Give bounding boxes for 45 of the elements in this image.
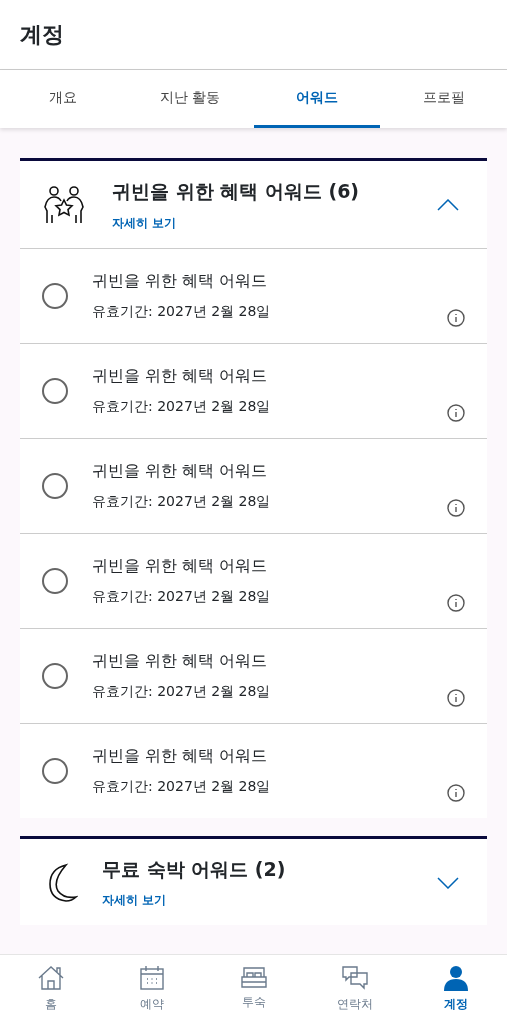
validity-date: 유효기간: 2027년 2월 28일 (92, 397, 272, 416)
chevron-up-icon[interactable] (437, 199, 459, 212)
award-title: 귀빈을 위한 혜택 어워드 (92, 270, 269, 292)
nav-tab[interactable]: 홈 (0, 955, 102, 1024)
award-title: 귀빈을 위한 혜택 어워드 (92, 460, 269, 482)
radio-button[interactable] (42, 472, 68, 499)
validity-date: 유효기간: 2027년 2월 28일 (92, 682, 272, 701)
award-title: 귀빈을 위한 혜택 어워드 (92, 555, 269, 577)
validity-date: 유효기간: 2027년 2월 28일 (92, 302, 272, 321)
info-icon[interactable] (447, 593, 465, 612)
nav-tab[interactable]: 예약 (101, 955, 203, 1024)
home-icon (36, 965, 65, 991)
info-icon[interactable] (447, 783, 465, 802)
tab[interactable]: 지난 활동 (126, 70, 254, 128)
tab[interactable]: 어워드 (253, 70, 381, 128)
tab[interactable]: 프로필 (380, 70, 507, 128)
award-title: 귀빈을 위한 혜택 어워드 (92, 365, 269, 387)
radio-button[interactable] (42, 662, 68, 689)
radio-button[interactable] (42, 377, 68, 404)
tab[interactable]: 개요 (0, 70, 127, 128)
nav-tab[interactable]: 연락처 (304, 955, 406, 1024)
validity-date: 유효기간: 2027년 2월 28일 (92, 587, 272, 606)
section-title: 무료 숙박 어워드 (2) (102, 856, 287, 882)
nav-tab[interactable]: 투숙 (202, 955, 305, 1024)
radio-button[interactable] (42, 567, 68, 594)
award-title: 귀빈을 위한 혜택 어워드 (92, 650, 269, 672)
info-icon[interactable] (447, 308, 465, 327)
award-title: 귀빈을 위한 혜택 어워드 (92, 745, 269, 767)
info-icon[interactable] (447, 688, 465, 707)
validity-date: 유효기간: 2027년 2월 28일 (92, 492, 272, 511)
chevron-down-icon[interactable] (437, 876, 459, 889)
bed-icon (239, 965, 268, 989)
calendar-icon (139, 965, 166, 991)
radio-button[interactable] (42, 282, 68, 309)
validity-date: 유효기간: 2027년 2월 28일 (92, 777, 272, 796)
chat-icon (340, 965, 369, 991)
details-link[interactable]: 자세히 보기 (112, 213, 177, 232)
radio-button[interactable] (42, 757, 68, 784)
info-icon[interactable] (447, 403, 465, 422)
nav-tab[interactable]: 계정 (405, 955, 507, 1024)
page-title: 계정 (20, 21, 64, 49)
info-icon[interactable] (447, 498, 465, 517)
section-title: 귀빈을 위한 혜택 어워드 (6) (112, 179, 361, 204)
person-icon (443, 965, 470, 991)
details-link[interactable]: 자세히 보기 (102, 891, 167, 909)
